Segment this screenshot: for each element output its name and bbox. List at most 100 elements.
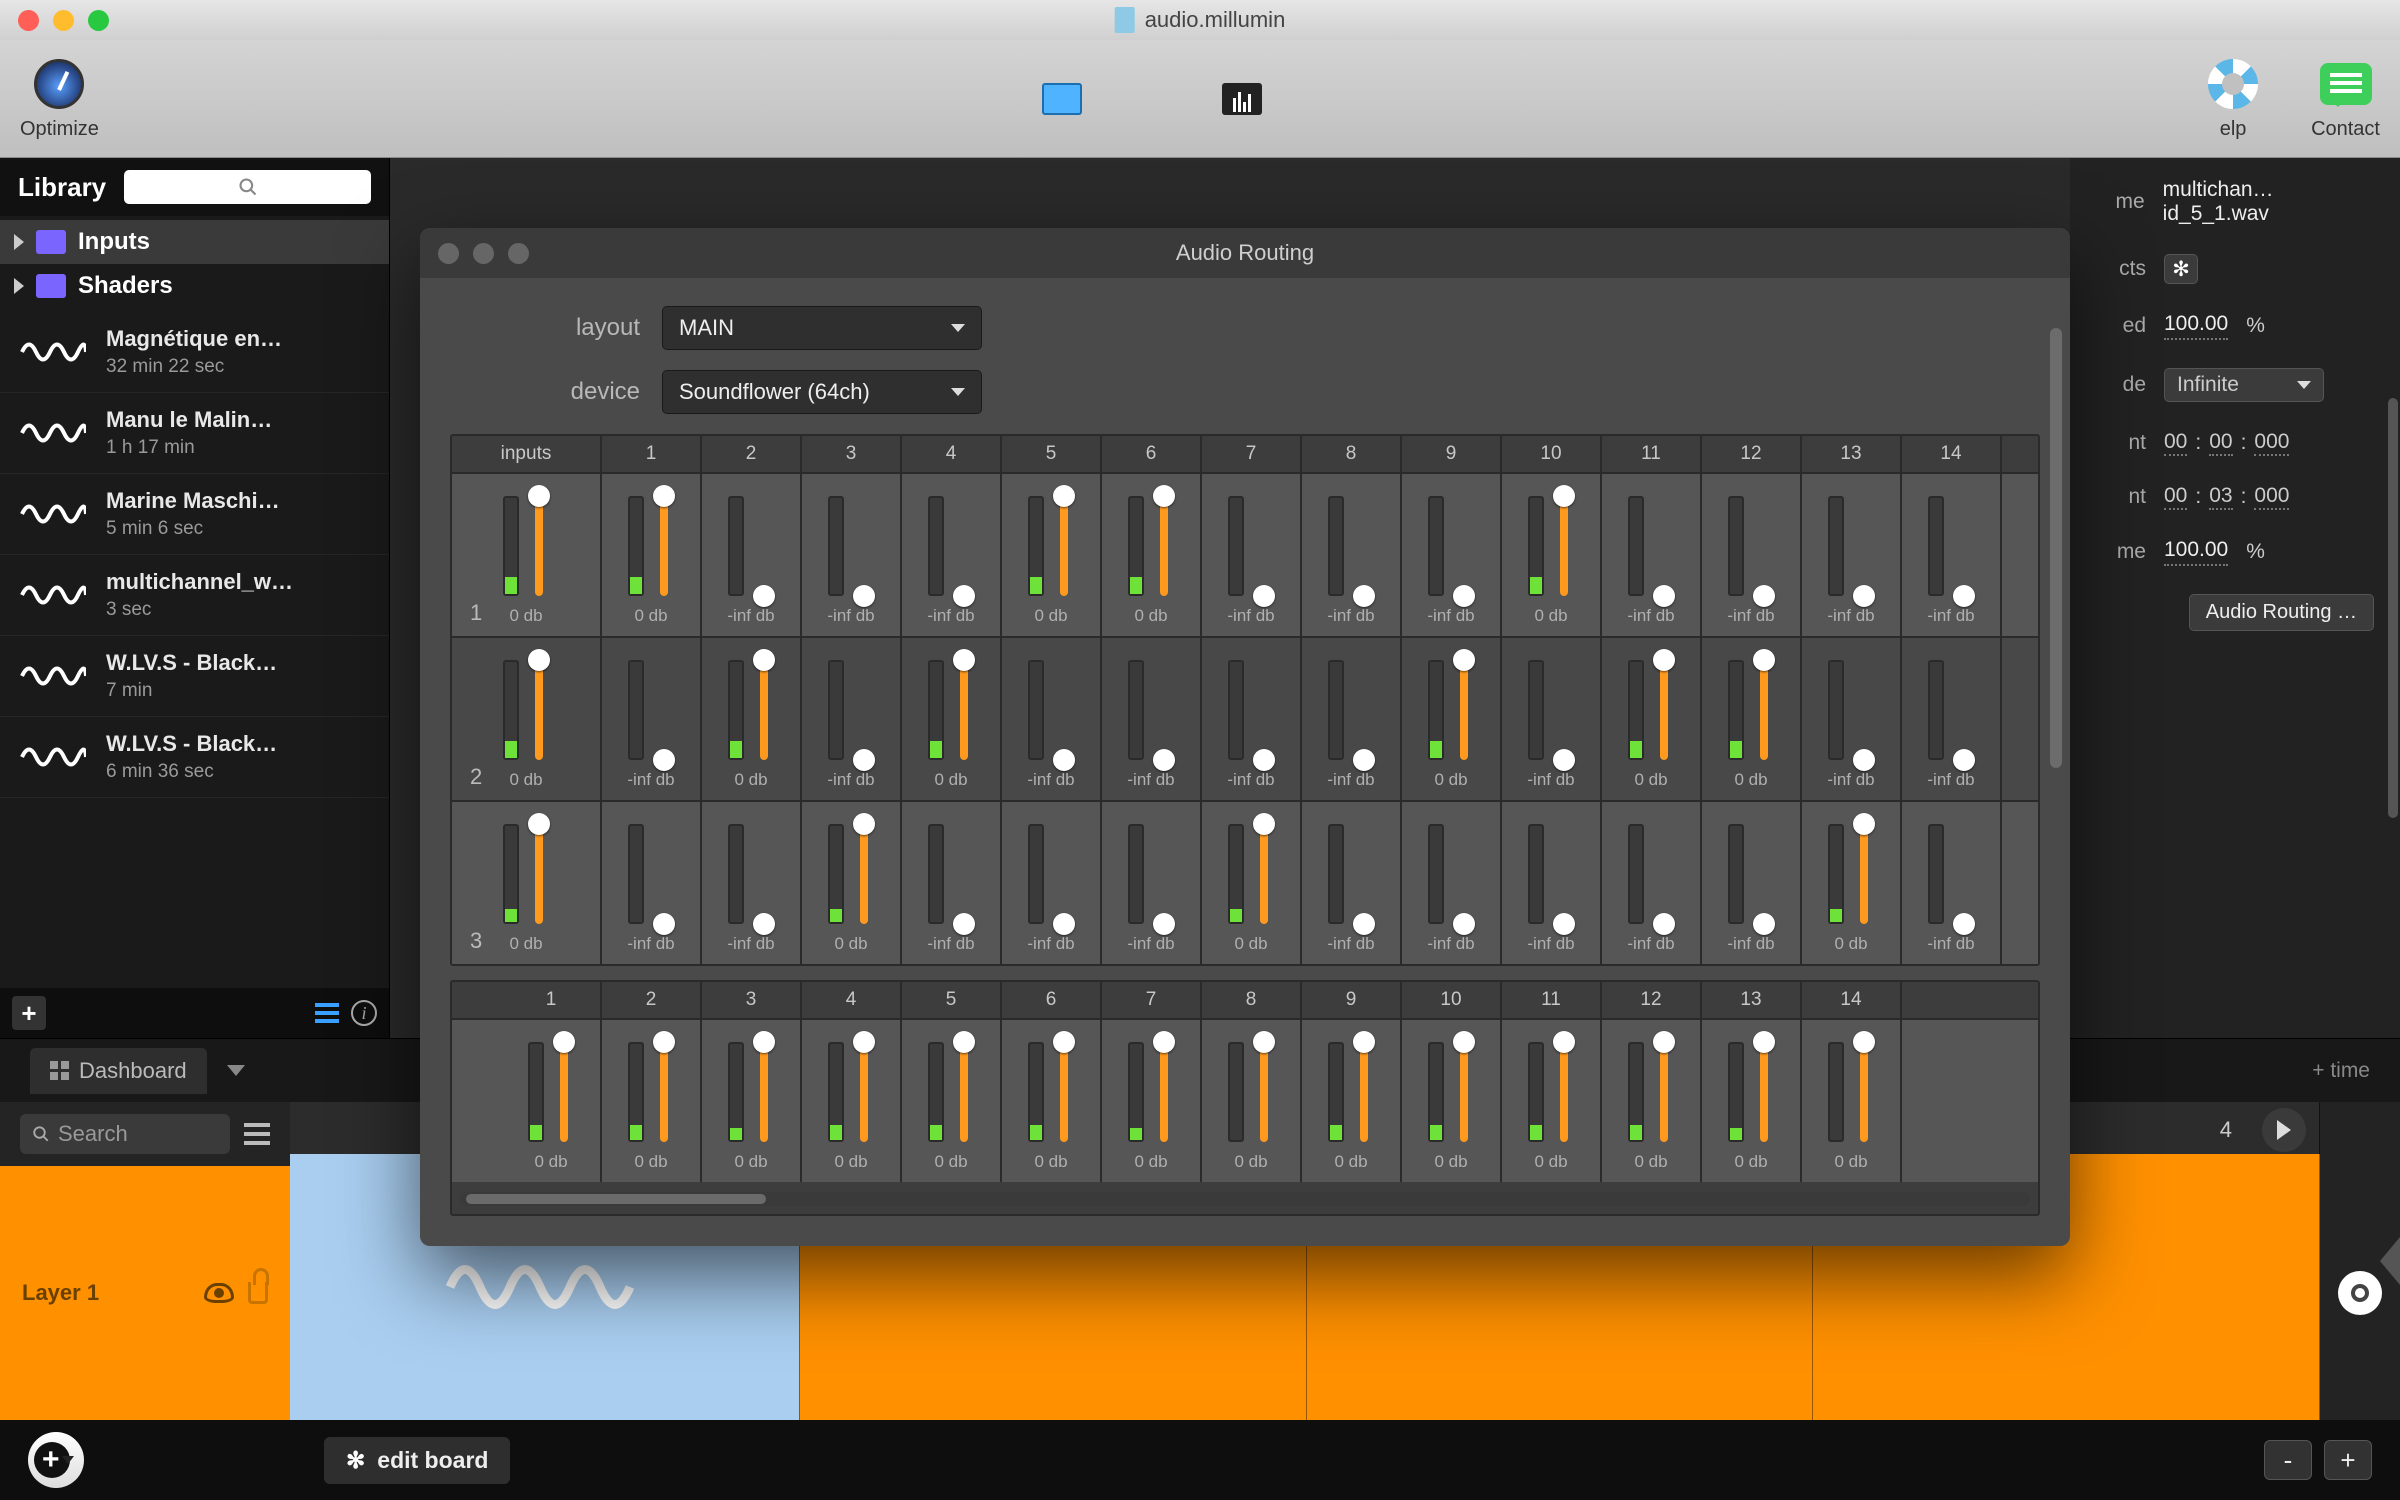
fader-slider[interactable]	[754, 1042, 774, 1142]
matrix-fader-cell[interactable]: -inf db	[902, 474, 1002, 636]
matrix-fader-cell[interactable]: 0 db	[502, 1020, 602, 1182]
matrix-fader-cell[interactable]: -inf db	[702, 802, 802, 964]
library-item[interactable]: Manu le Malin… 1 h 17 min	[0, 393, 389, 474]
library-item[interactable]: W.LV.S - Black… 7 min	[0, 636, 389, 717]
matrix-fader-cell[interactable]: 0 db	[1402, 1020, 1502, 1182]
stop-button[interactable]	[2338, 1271, 2382, 1315]
expand-wedge-icon[interactable]	[2380, 1237, 2400, 1285]
play-column-button[interactable]	[2262, 1108, 2306, 1152]
fader-slider[interactable]	[954, 1042, 974, 1142]
matrix-fader-cell[interactable]: -inf db	[1702, 474, 1802, 636]
fader-slider[interactable]	[1754, 496, 1774, 596]
fader-slider[interactable]	[1354, 496, 1374, 596]
input-fader-cell[interactable]: 2 0 db	[452, 638, 602, 800]
matrix-fader-cell[interactable]: 0 db	[1202, 802, 1302, 964]
library-item[interactable]: W.LV.S - Black… 6 min 36 sec	[0, 717, 389, 798]
audio-routing-button[interactable]: Audio Routing …	[2189, 594, 2374, 631]
fader-slider[interactable]	[1654, 660, 1674, 760]
out-point[interactable]: 00:03:000	[2164, 484, 2289, 510]
input-fader-cell[interactable]: 3 0 db	[452, 802, 602, 964]
fader-slider[interactable]	[1454, 824, 1474, 924]
matrix-fader-cell[interactable]: 0 db	[1502, 474, 1602, 636]
matrix-fader-cell[interactable]: -inf db	[602, 802, 702, 964]
matrix-fader-cell[interactable]: -inf db	[1102, 638, 1202, 800]
in-point[interactable]: 00:00:000	[2164, 430, 2289, 456]
matrix-fader-cell[interactable]: -inf db	[1402, 802, 1502, 964]
library-search-input[interactable]	[124, 170, 371, 204]
zoom-window-button[interactable]	[88, 10, 109, 31]
matrix-fader-cell[interactable]: 0 db	[602, 474, 702, 636]
matrix-fader-cell[interactable]: -inf db	[802, 474, 902, 636]
matrix-fader-cell[interactable]: -inf db	[1102, 802, 1202, 964]
matrix-fader-cell[interactable]: -inf db	[902, 802, 1002, 964]
matrix-fader-cell[interactable]: 0 db	[802, 802, 902, 964]
optimize-button[interactable]: Optimize	[20, 56, 99, 141]
matrix-fader-cell[interactable]: -inf db	[1302, 638, 1402, 800]
fader-slider[interactable]	[1554, 496, 1574, 596]
fader-slider[interactable]	[529, 660, 549, 760]
info-icon[interactable]: i	[351, 1000, 377, 1026]
matrix-fader-cell[interactable]: 0 db	[1602, 638, 1702, 800]
matrix-fader-cell[interactable]: -inf db	[1302, 802, 1402, 964]
tab-dashboard[interactable]: Dashboard	[30, 1048, 207, 1094]
matrix-fader-cell[interactable]: -inf db	[1202, 638, 1302, 800]
fader-slider[interactable]	[954, 660, 974, 760]
fader-slider[interactable]	[1554, 824, 1574, 924]
matrix-fader-cell[interactable]: -inf db	[1402, 474, 1502, 636]
fader-slider[interactable]	[1154, 1042, 1174, 1142]
fader-slider[interactable]	[654, 660, 674, 760]
matrix-fader-cell[interactable]: 0 db	[1502, 1020, 1602, 1182]
lock-icon[interactable]	[248, 1282, 268, 1304]
matrix-fader-cell[interactable]: -inf db	[1902, 802, 2002, 964]
fader-slider[interactable]	[1154, 496, 1174, 596]
fader-slider[interactable]	[1954, 660, 1974, 760]
matrix-fader-cell[interactable]: 0 db	[902, 638, 1002, 800]
fader-slider[interactable]	[1654, 496, 1674, 596]
fader-slider[interactable]	[1454, 660, 1474, 760]
edit-board-button[interactable]: ✻ edit board	[324, 1437, 510, 1484]
outputs-scrollbar[interactable]	[460, 1192, 2030, 1206]
matrix-fader-cell[interactable]: 0 db	[802, 1020, 902, 1182]
fader-slider[interactable]	[1354, 660, 1374, 760]
fader-slider[interactable]	[1654, 824, 1674, 924]
close-window-button[interactable]	[18, 10, 39, 31]
layout-dropdown[interactable]: MAIN	[662, 306, 982, 350]
fader-slider[interactable]	[529, 496, 549, 596]
fader-slider[interactable]	[654, 1042, 674, 1142]
matrix-fader-cell[interactable]: 0 db	[1302, 1020, 1402, 1182]
fader-slider[interactable]	[1854, 1042, 1874, 1142]
matrix-fader-cell[interactable]: 0 db	[1002, 474, 1102, 636]
add-column-button[interactable]: +	[2324, 1440, 2372, 1480]
add-media-button[interactable]: +	[12, 996, 46, 1030]
fader-slider[interactable]	[1254, 496, 1274, 596]
fader-slider[interactable]	[954, 496, 974, 596]
matrix-fader-cell[interactable]: -inf db	[1702, 802, 1802, 964]
input-fader-cell[interactable]: 1 0 db	[452, 474, 602, 636]
volume-value[interactable]: 100.00	[2164, 538, 2228, 566]
fader-slider[interactable]	[1454, 496, 1474, 596]
fader-slider[interactable]	[1754, 1042, 1774, 1142]
matrix-fader-cell[interactable]: 0 db	[1102, 474, 1202, 636]
fader-slider[interactable]	[854, 824, 874, 924]
fader-slider[interactable]	[754, 496, 774, 596]
library-folder-shaders[interactable]: Shaders	[0, 264, 389, 308]
matrix-fader-cell[interactable]: -inf db	[802, 638, 902, 800]
fader-slider[interactable]	[1654, 1042, 1674, 1142]
library-item[interactable]: multichannel_w… 3 sec	[0, 555, 389, 636]
matrix-fader-cell[interactable]: 0 db	[602, 1020, 702, 1182]
matrix-fader-cell[interactable]: -inf db	[702, 474, 802, 636]
matrix-fader-cell[interactable]: 0 db	[702, 1020, 802, 1182]
matrix-fader-cell[interactable]: -inf db	[1602, 474, 1702, 636]
fader-slider[interactable]	[1554, 660, 1574, 760]
fader-slider[interactable]	[1254, 1042, 1274, 1142]
fader-slider[interactable]	[754, 824, 774, 924]
matrix-fader-cell[interactable]: 0 db	[902, 1020, 1002, 1182]
matrix-fader-cell[interactable]: -inf db	[1202, 474, 1302, 636]
help-button[interactable]: elp	[2205, 56, 2261, 141]
layer-search-input[interactable]: Search	[20, 1114, 230, 1154]
add-timeline-button[interactable]: + time	[2312, 1059, 2370, 1083]
fader-slider[interactable]	[1054, 1042, 1074, 1142]
matrix-fader-cell[interactable]: 0 db	[1402, 638, 1502, 800]
speed-value[interactable]: 100.00	[2164, 312, 2228, 340]
fader-slider[interactable]	[654, 496, 674, 596]
